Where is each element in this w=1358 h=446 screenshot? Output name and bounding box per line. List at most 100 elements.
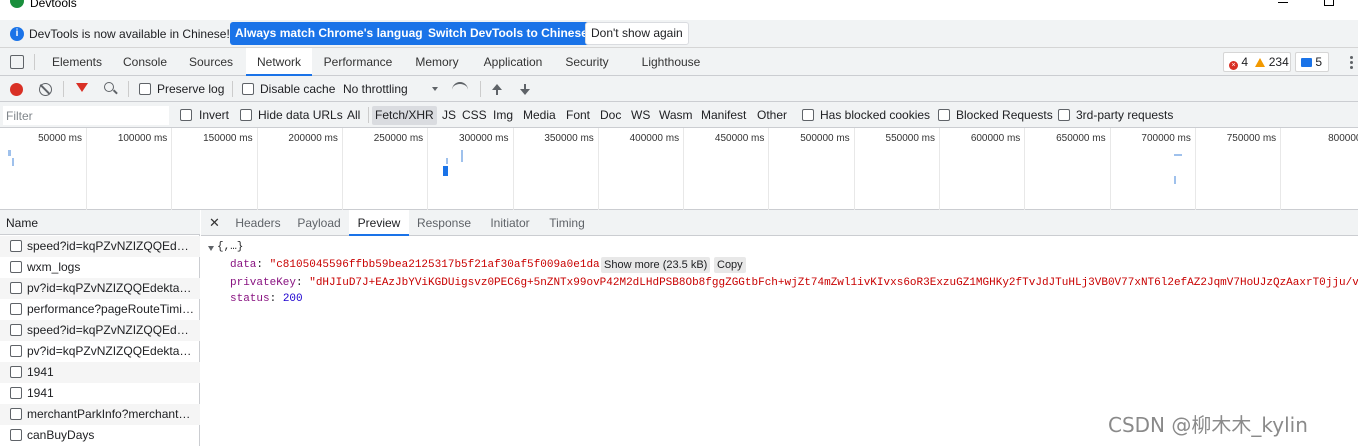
request-row[interactable]: speed?id=kqPZvNZIZQQEdektaa bbox=[0, 320, 200, 341]
warning-icon bbox=[1255, 58, 1266, 67]
type-all[interactable]: All bbox=[344, 106, 363, 125]
blocked-requests-checkbox[interactable] bbox=[938, 109, 950, 121]
overview-time-label: 600000 ms bbox=[970, 133, 1021, 144]
close-icon[interactable]: ✕ bbox=[209, 215, 220, 231]
type-media[interactable]: Media bbox=[520, 106, 559, 125]
overview-request-mark bbox=[446, 158, 448, 164]
overview-request-mark bbox=[12, 158, 14, 166]
issues-badge[interactable]: × 4 234 bbox=[1223, 52, 1291, 72]
private-key-key: privateKey bbox=[230, 277, 297, 289]
type-img[interactable]: Img bbox=[490, 106, 516, 125]
divider bbox=[368, 107, 369, 123]
network-toolbar: Preserve log Disable cache No throttling bbox=[0, 76, 1358, 102]
preserve-log-label: Preserve log bbox=[157, 82, 225, 96]
import-har-icon[interactable] bbox=[492, 84, 502, 95]
type-ws[interactable]: WS bbox=[628, 106, 653, 125]
overview-time-label: 650000 ms bbox=[1056, 133, 1106, 144]
error-count: 4 bbox=[1241, 55, 1249, 69]
request-row[interactable]: 1941 bbox=[0, 383, 200, 404]
app-icon bbox=[10, 0, 24, 8]
throttling-select[interactable]: No throttling bbox=[343, 82, 408, 96]
has-blocked-cookies-checkbox[interactable] bbox=[802, 109, 814, 121]
messages-badge[interactable]: 5 bbox=[1295, 52, 1329, 72]
match-language-button[interactable]: Always match Chrome's language bbox=[230, 22, 435, 45]
tab-initiator[interactable]: Initiator bbox=[481, 210, 539, 236]
request-row[interactable]: performance?pageRouteTiming bbox=[0, 299, 200, 320]
type-other[interactable]: Other bbox=[754, 106, 790, 125]
invert-label: Invert bbox=[199, 108, 230, 122]
overview-time-label: 200000 ms bbox=[288, 133, 338, 144]
filter-bar: Invert Hide data URLs All Fetch/XHR JS C… bbox=[0, 102, 1358, 128]
request-row[interactable]: speed?id=kqPZvNZIZQQEdektaa bbox=[0, 236, 200, 257]
invert-checkbox[interactable] bbox=[180, 109, 192, 121]
request-row[interactable]: canBuyDays bbox=[0, 425, 200, 446]
overview-time-label: 100000 ms bbox=[117, 133, 168, 144]
export-har-icon[interactable] bbox=[520, 84, 530, 95]
type-doc[interactable]: Doc bbox=[597, 106, 624, 125]
hide-data-urls-checkbox[interactable] bbox=[240, 109, 252, 121]
type-wasm[interactable]: Wasm bbox=[656, 106, 696, 125]
type-fetch-xhr[interactable]: Fetch/XHR bbox=[372, 106, 437, 125]
overview-time-label: 150000 ms bbox=[203, 133, 253, 144]
preserve-log-checkbox[interactable] bbox=[139, 83, 151, 95]
request-type-icon bbox=[10, 282, 22, 294]
request-type-icon bbox=[10, 324, 22, 336]
network-overview-timeline[interactable]: 50000 ms 100000 ms 150000 ms 200000 ms 25000… bbox=[0, 128, 1358, 210]
filter-icon[interactable] bbox=[76, 83, 88, 92]
has-blocked-cookies-label: Has blocked cookies bbox=[820, 108, 931, 122]
infobar-message: DevTools is now available in Chinese! bbox=[29, 27, 230, 41]
disable-cache-checkbox[interactable] bbox=[242, 83, 254, 95]
tab-network[interactable]: Network bbox=[246, 48, 312, 76]
type-manifest[interactable]: Manifest bbox=[698, 106, 749, 125]
network-conditions-icon[interactable] bbox=[452, 82, 468, 94]
record-icon[interactable] bbox=[10, 83, 23, 96]
tab-preview[interactable]: Preview bbox=[349, 210, 409, 236]
filter-input[interactable] bbox=[3, 106, 169, 125]
divider bbox=[480, 81, 481, 97]
tab-payload[interactable]: Payload bbox=[291, 210, 347, 236]
window-title: Devtools bbox=[30, 0, 77, 10]
tab-console[interactable]: Console bbox=[114, 48, 176, 76]
tab-security[interactable]: Security bbox=[556, 48, 618, 76]
tab-elements[interactable]: Elements bbox=[44, 48, 110, 76]
request-row[interactable]: wxm_logs bbox=[0, 257, 200, 278]
request-row[interactable]: pv?id=kqPZvNZIZQQEdektaa... bbox=[0, 278, 200, 299]
inspect-element-icon[interactable] bbox=[10, 55, 24, 69]
request-row[interactable]: merchantParkInfo?merchantPark bbox=[0, 404, 200, 425]
tab-lighthouse[interactable]: Lighthouse bbox=[632, 48, 710, 76]
info-icon: i bbox=[10, 27, 24, 41]
expand-triangle-icon[interactable] bbox=[208, 246, 214, 251]
overview-request-mark bbox=[461, 150, 463, 162]
tab-response[interactable]: Response bbox=[411, 210, 477, 236]
search-icon[interactable] bbox=[104, 82, 114, 92]
overview-request-mark bbox=[1174, 154, 1182, 156]
type-font[interactable]: Font bbox=[563, 106, 593, 125]
request-list: Name speed?id=kqPZvNZIZQQEdektaa wxm_logs… bbox=[0, 210, 200, 446]
tab-memory[interactable]: Memory bbox=[404, 48, 470, 76]
minimize-icon[interactable] bbox=[1278, 2, 1288, 3]
tab-headers[interactable]: Headers bbox=[227, 210, 289, 236]
clear-icon[interactable] bbox=[39, 83, 52, 96]
type-css[interactable]: CSS bbox=[459, 106, 490, 125]
dont-show-again-button[interactable]: Don't show again bbox=[585, 22, 689, 45]
more-options-icon[interactable] bbox=[1350, 56, 1353, 69]
third-party-checkbox[interactable] bbox=[1058, 109, 1070, 121]
tab-application[interactable]: Application bbox=[474, 48, 552, 76]
overview-time-label: 750000 ms bbox=[1226, 133, 1277, 144]
main-tab-bar: Elements Console Sources Network Perform… bbox=[0, 48, 1358, 76]
overview-time-label: 450000 ms bbox=[714, 133, 765, 144]
tab-performance[interactable]: Performance bbox=[316, 48, 400, 76]
copy-button[interactable]: Copy bbox=[714, 257, 746, 273]
request-row[interactable]: pv?id=kqPZvNZIZQQEdektaa... bbox=[0, 341, 200, 362]
type-js[interactable]: JS bbox=[439, 106, 459, 125]
maximize-icon[interactable] bbox=[1324, 0, 1334, 6]
request-name: wxm_logs bbox=[27, 260, 81, 274]
request-row[interactable]: 1941 bbox=[0, 362, 200, 383]
overview-time-label: 800000 bbox=[1328, 133, 1358, 144]
show-more-button[interactable]: Show more (23.5 kB) bbox=[601, 257, 711, 273]
preview-root[interactable]: {,…} bbox=[217, 241, 243, 253]
name-column-header[interactable]: Name bbox=[0, 210, 200, 235]
tab-timing[interactable]: Timing bbox=[541, 210, 593, 236]
tab-sources[interactable]: Sources bbox=[180, 48, 242, 76]
switch-to-chinese-button[interactable]: Switch DevTools to Chinese bbox=[423, 22, 593, 45]
